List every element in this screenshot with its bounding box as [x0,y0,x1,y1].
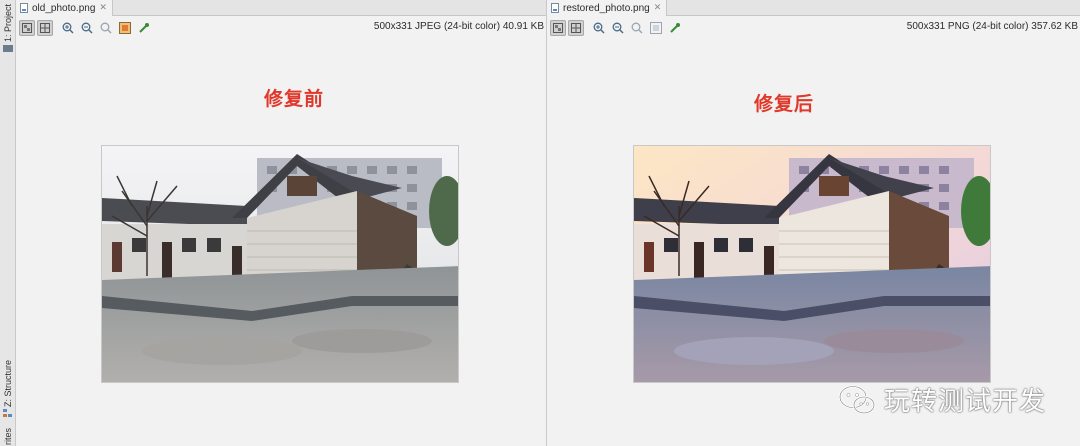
color-picker-icon [670,23,680,33]
close-icon[interactable]: ✕ [654,3,662,13]
background-toggle-button[interactable] [19,20,35,36]
tab-label: restored_photo.png [563,2,650,14]
before-caption: 修复前 [264,88,325,110]
image-file-icon [20,3,28,13]
zoom-out-icon [81,22,93,34]
left-editor-pane: old_photo.png ✕ 500x331 JPEG (24-bit col… [16,0,546,446]
grid-toggle-button[interactable] [37,20,53,36]
color-picker-icon [139,23,149,33]
grid-toggle-icon [571,23,581,33]
zoom-in-icon [593,22,605,34]
zoom-out-button[interactable] [79,20,95,36]
tab-old-photo[interactable]: old_photo.png ✕ [16,0,113,16]
fit-icon [650,22,662,34]
actual-size-button[interactable] [98,20,114,36]
zoom-in-icon [62,22,74,34]
close-icon[interactable]: ✕ [99,3,107,13]
zoom-in-button[interactable] [60,20,76,36]
left-tab-bar: old_photo.png ✕ [16,0,546,16]
favorites-tool-tab-label: rites [3,428,13,446]
old-photo-image [102,146,458,382]
color-picker-button[interactable] [667,20,683,36]
fit-to-window-button[interactable] [117,20,133,36]
folder-icon [3,45,13,53]
color-picker-button[interactable] [136,20,152,36]
structure-tool-tab[interactable]: Z: Structure [0,360,16,418]
restored-photo-image [634,146,990,382]
watermark-text: 玩转测试开发 [884,387,1047,417]
restored-photo-canvas [633,145,991,383]
grid-toggle-button[interactable] [568,20,584,36]
structure-tool-tab-label: Z: Structure [3,360,13,408]
structure-icon [3,409,12,418]
image-file-icon [551,3,559,13]
background-toggle-button[interactable] [550,20,566,36]
background-toggle-icon [22,23,32,33]
after-caption: 修复后 [754,93,815,115]
zoom-out-button[interactable] [610,20,626,36]
tool-window-strip: 1: Project Z: Structure rites [0,0,16,446]
right-editor-pane: restored_photo.png ✕ 500x331 PNG (24-bit… [547,0,1080,446]
tab-restored-photo[interactable]: restored_photo.png ✕ [547,0,668,16]
fit-to-window-button[interactable] [648,20,664,36]
tab-label: old_photo.png [32,2,96,14]
actual-size-button[interactable] [629,20,645,36]
image-info: 500x331 PNG (24-bit color) 357.62 KB [906,21,1078,32]
favorites-tool-tab[interactable]: rites [0,428,16,445]
wechat-watermark: 玩转测试开发 [838,381,1046,418]
background-toggle-icon [553,23,563,33]
project-tool-tab-label: 1: Project [3,4,13,43]
grid-toggle-icon [40,23,50,33]
zoom-in-button[interactable] [591,20,607,36]
actual-size-icon [100,22,112,34]
image-info: 500x331 JPEG (24-bit color) 40.91 KB [373,21,544,32]
zoom-out-icon [612,22,624,34]
fit-icon [119,22,131,34]
project-tool-tab[interactable]: 1: Project [0,4,16,53]
wechat-icon [838,384,876,414]
old-photo-canvas [101,145,459,383]
right-tab-bar: restored_photo.png ✕ [547,0,1080,16]
actual-size-icon [631,22,643,34]
